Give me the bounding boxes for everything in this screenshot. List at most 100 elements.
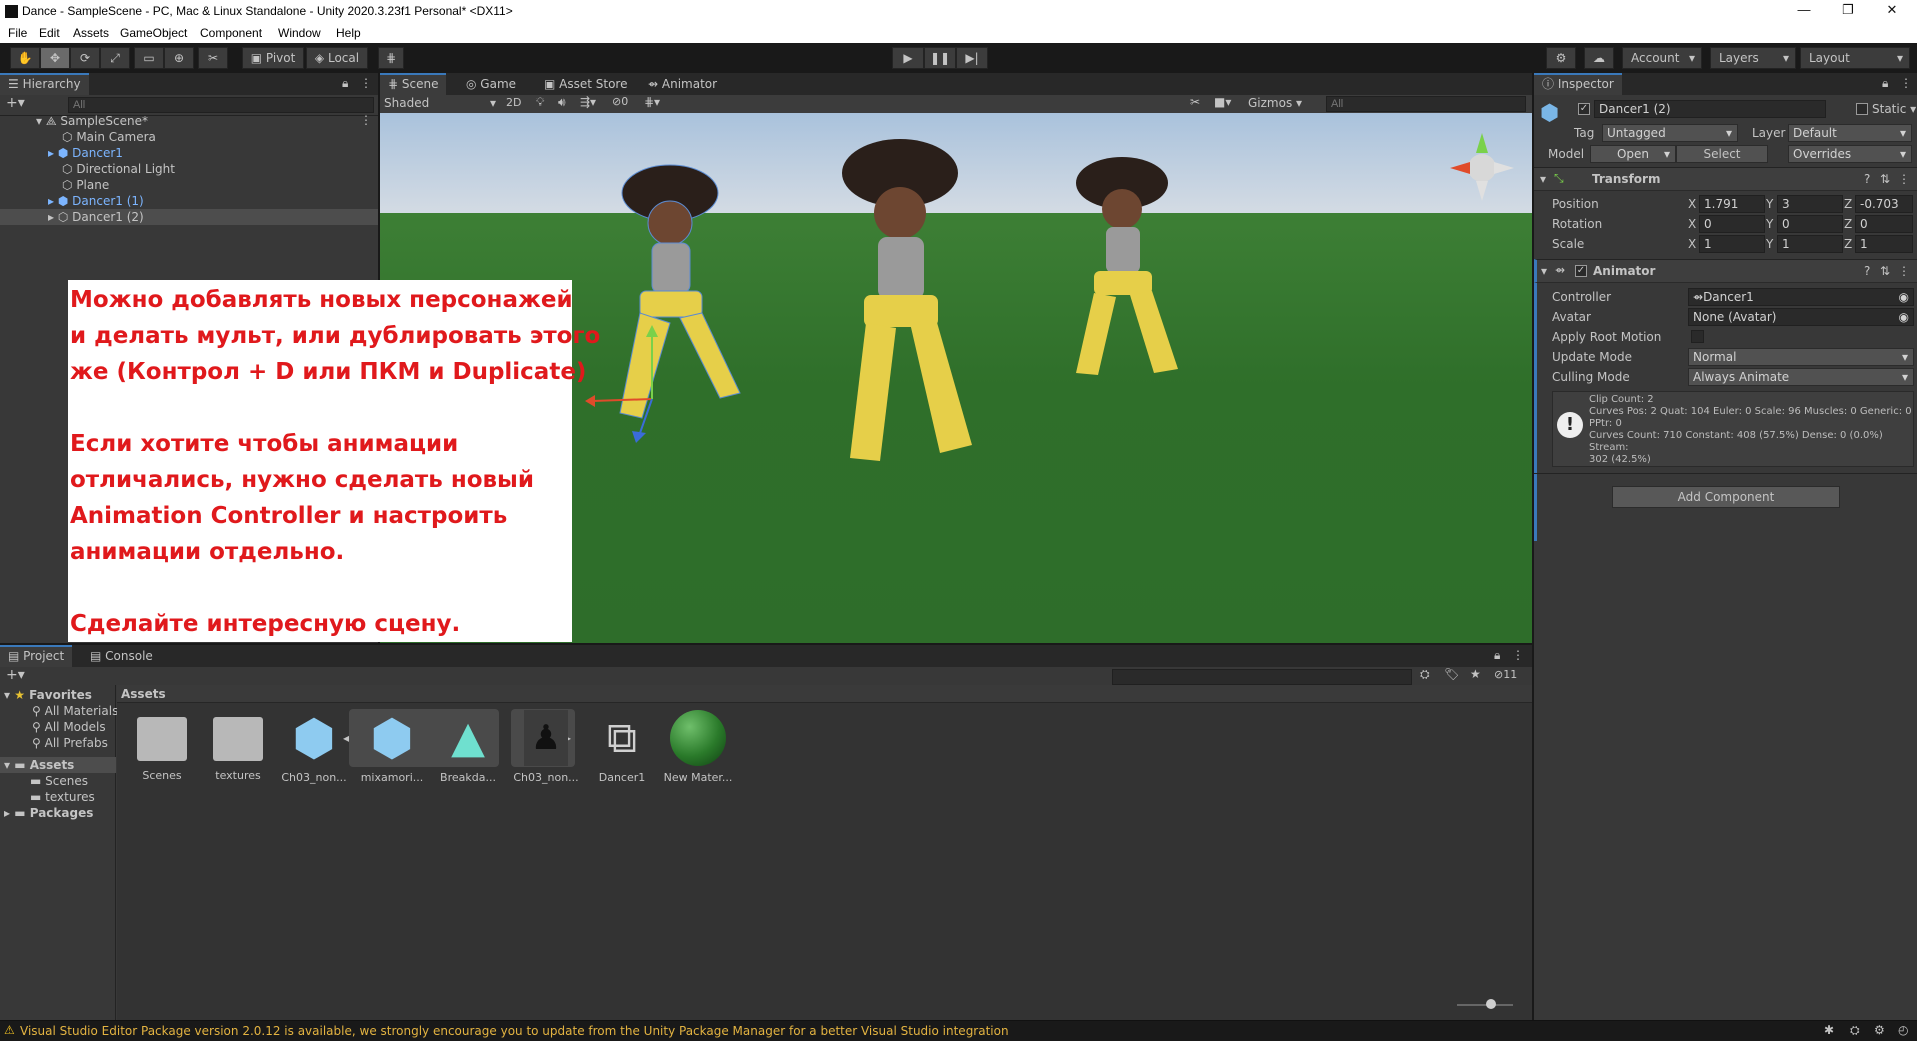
scene-root-item[interactable]: ▾ ⟁ SampleScene* bbox=[36, 113, 148, 129]
dancer-3[interactable] bbox=[1076, 157, 1178, 375]
animator-enabled-checkbox[interactable]: ✓ bbox=[1575, 265, 1587, 277]
account-dropdown[interactable]: Account bbox=[1622, 47, 1702, 69]
collapse-arrow-icon[interactable]: ◂ bbox=[343, 731, 349, 745]
bake-icon[interactable]: ⛭ bbox=[1850, 1023, 1860, 1038]
hierarchy-item-directional-light[interactable]: ⬡ Directional Light bbox=[62, 161, 175, 177]
restore-icon[interactable]: ❐ bbox=[1836, 2, 1860, 20]
tab-hierarchy[interactable]: ☰ Hierarchy bbox=[0, 73, 89, 95]
filter-label-icon[interactable]: 🏷︎ bbox=[1444, 667, 1459, 681]
animator-header[interactable]: ▾ ⇴ ✓ Animator ? ⇅ ⋮ bbox=[1534, 259, 1917, 283]
menu-gameobject[interactable]: GameObject bbox=[120, 26, 187, 40]
scale-z-field[interactable]: 1 bbox=[1855, 235, 1913, 253]
pause-button[interactable]: ❚❚ bbox=[924, 47, 956, 69]
hidden-objects-toggle[interactable]: ⊘0 bbox=[612, 95, 628, 108]
tab-scene[interactable]: ⋕ Scene bbox=[380, 73, 447, 95]
menu-window[interactable]: Window bbox=[278, 26, 321, 40]
rect-tool-icon[interactable]: ▭ bbox=[134, 47, 164, 69]
lock-icon[interactable]: 🔒︎ bbox=[342, 76, 348, 91]
effects-dropdown-icon[interactable]: ⇶▾ bbox=[580, 95, 596, 109]
position-x-field[interactable]: 1.791 bbox=[1699, 195, 1765, 213]
expand-arrow-icon[interactable]: ▸ bbox=[48, 146, 54, 160]
favorites-node[interactable]: ▾ ★ Favorites bbox=[4, 687, 92, 703]
position-y-field[interactable]: 3 bbox=[1777, 195, 1843, 213]
open-button[interactable]: Open bbox=[1590, 145, 1676, 163]
presets-icon[interactable]: ⇅ bbox=[1880, 172, 1890, 186]
select-button[interactable]: Select bbox=[1676, 145, 1768, 163]
rotate-tool-icon[interactable]: ⟳ bbox=[70, 47, 100, 69]
static-label[interactable]: Static ▾ bbox=[1872, 102, 1916, 116]
move-tool-icon[interactable]: ✥ bbox=[40, 47, 70, 69]
icon-size-slider-handle[interactable] bbox=[1486, 999, 1496, 1009]
expand-arrow-icon[interactable]: ▸ bbox=[48, 210, 54, 224]
camera-dropdown-icon[interactable]: ■▾ bbox=[1214, 95, 1231, 109]
scale-x-field[interactable]: 1 bbox=[1699, 235, 1765, 253]
culling-mode-dropdown[interactable]: Always Animate bbox=[1688, 368, 1914, 386]
asset-dancer1-controller[interactable]: ⧉ Dancer1 bbox=[587, 709, 657, 784]
overrides-dropdown[interactable]: Overrides bbox=[1788, 145, 1912, 163]
grid-snap-icon[interactable]: ⋕ bbox=[378, 47, 404, 69]
tab-console[interactable]: ▤ Console bbox=[82, 645, 161, 667]
lock-icon[interactable]: 🔒︎ bbox=[1494, 648, 1500, 663]
custom-tool-icon[interactable]: ✂ bbox=[198, 47, 228, 69]
menu-help[interactable]: Help bbox=[336, 26, 361, 40]
more-icon[interactable]: ⋮ bbox=[1900, 76, 1912, 90]
create-asset-icon[interactable]: +▾ bbox=[6, 667, 25, 683]
assets-node[interactable]: ▾ ▬ Assets bbox=[4, 757, 74, 773]
asset-scenes[interactable]: Scenes bbox=[127, 709, 197, 782]
lock-icon[interactable]: 🔒︎ bbox=[1882, 76, 1888, 91]
component-more-icon[interactable]: ⋮ bbox=[1898, 172, 1910, 186]
hierarchy-item-plane[interactable]: ⬡ Plane bbox=[62, 177, 109, 193]
static-checkbox[interactable] bbox=[1856, 103, 1868, 115]
presets-icon[interactable]: ⇅ bbox=[1880, 264, 1890, 278]
more-icon[interactable]: ⋮ bbox=[360, 76, 372, 90]
project-search-input[interactable] bbox=[1112, 669, 1412, 685]
tab-game[interactable]: ◎ Game bbox=[458, 73, 524, 95]
rotation-x-field[interactable]: 0 bbox=[1699, 215, 1765, 233]
menu-file[interactable]: File bbox=[8, 26, 27, 40]
expand-arrow-icon[interactable]: ▸ bbox=[48, 194, 54, 208]
object-picker-icon[interactable]: ◉ bbox=[1899, 309, 1909, 325]
folder-textures[interactable]: ▬ textures bbox=[30, 789, 95, 805]
status-message[interactable]: Visual Studio Editor Package version 2.0… bbox=[20, 1024, 1009, 1038]
rotation-y-field[interactable]: 0 bbox=[1777, 215, 1843, 233]
transform-header[interactable]: ▾ ⤡ Transform ? ⇅ ⋮ bbox=[1534, 167, 1917, 191]
menu-assets[interactable]: Assets bbox=[73, 26, 109, 40]
more-icon[interactable]: ⋮ bbox=[1512, 648, 1524, 662]
controller-field[interactable]: ⇴Dancer1 ◉ bbox=[1688, 288, 1914, 306]
icon-size-slider[interactable] bbox=[1457, 1004, 1513, 1006]
folder-scenes[interactable]: ▬ Scenes bbox=[30, 773, 88, 789]
tag-dropdown[interactable]: Untagged bbox=[1602, 124, 1738, 142]
asset-new-material[interactable]: New Mater... bbox=[663, 709, 733, 784]
add-object-icon[interactable]: +▾ bbox=[6, 95, 25, 111]
minimize-icon[interactable]: — bbox=[1792, 2, 1816, 20]
avatar-field[interactable]: None (Avatar) ◉ bbox=[1688, 308, 1914, 326]
component-more-icon[interactable]: ⋮ bbox=[1898, 264, 1910, 278]
layout-dropdown[interactable]: Layout bbox=[1800, 47, 1910, 69]
dancer-1[interactable] bbox=[619, 164, 741, 419]
hierarchy-item-main-camera[interactable]: ⬡ Main Camera bbox=[62, 129, 156, 145]
cloud-icon[interactable]: ☁ bbox=[1584, 47, 1614, 69]
tools-icon[interactable]: ✂ bbox=[1190, 95, 1200, 109]
asset-textures[interactable]: textures bbox=[203, 709, 273, 782]
scale-y-field[interactable]: 1 bbox=[1777, 235, 1843, 253]
tab-inspector[interactable]: ⓘ Inspector bbox=[1534, 73, 1622, 95]
collab-icon[interactable]: ⚙ bbox=[1546, 47, 1576, 69]
filter-type-icon[interactable]: ⛭ bbox=[1420, 667, 1430, 682]
menu-edit[interactable]: Edit bbox=[39, 26, 60, 40]
add-component-button[interactable]: Add Component bbox=[1612, 486, 1840, 508]
toggle-2d-button[interactable]: 2D bbox=[506, 96, 530, 109]
tab-asset-store[interactable]: ▣ Asset Store bbox=[536, 73, 636, 95]
tab-project[interactable]: ▤ Project bbox=[0, 645, 73, 667]
settings-icon[interactable]: ⚙ bbox=[1874, 1023, 1885, 1037]
help-icon[interactable]: ? bbox=[1864, 264, 1870, 278]
close-icon[interactable]: ✕ bbox=[1880, 2, 1904, 20]
grid-dropdown-icon[interactable]: ⋕▾ bbox=[644, 95, 660, 109]
foldout-arrow-icon[interactable]: ▾ bbox=[1541, 264, 1547, 278]
active-checkbox[interactable]: ✓ bbox=[1578, 103, 1590, 115]
scale-tool-icon[interactable]: ⤢ bbox=[100, 47, 130, 69]
view-orientation-gizmo[interactable] bbox=[1450, 133, 1514, 201]
tab-animator[interactable]: ⇴ Animator bbox=[640, 73, 725, 95]
hand-tool-icon[interactable]: ✋ bbox=[10, 47, 40, 69]
local-toggle[interactable]: ◈ Local bbox=[306, 47, 368, 69]
expand-arrow-icon[interactable]: ▾ bbox=[36, 114, 42, 128]
